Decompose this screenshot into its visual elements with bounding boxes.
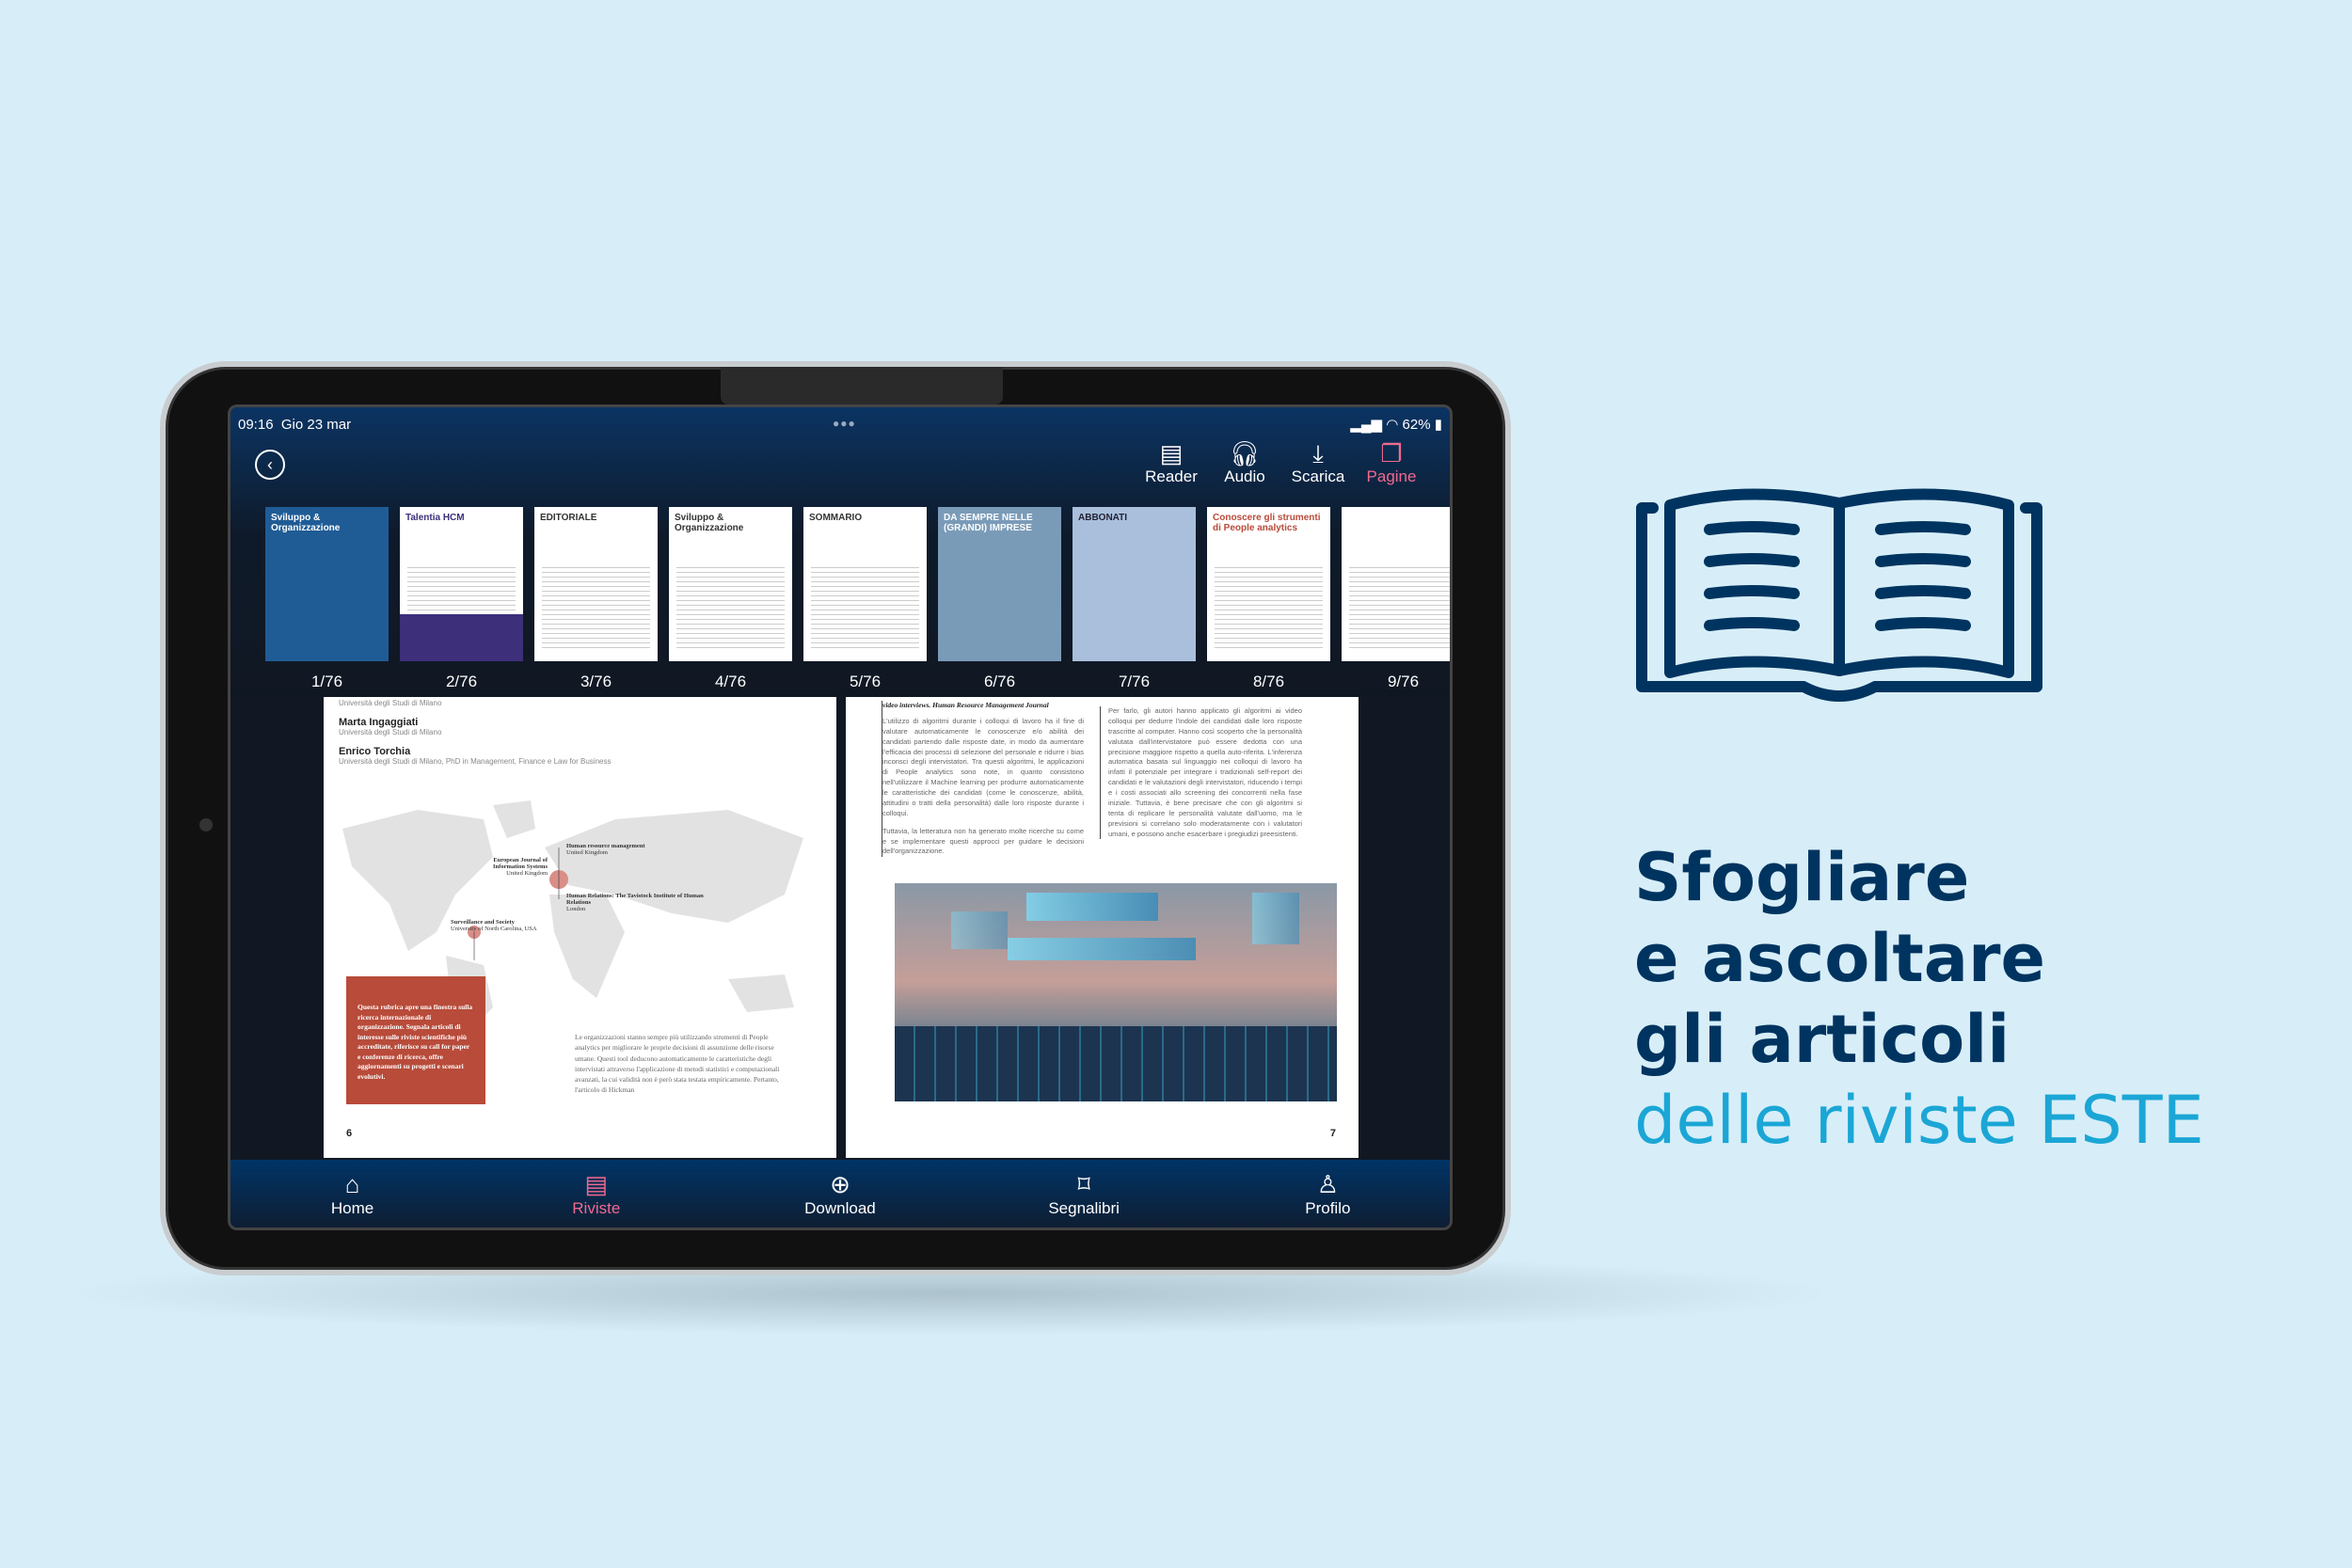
thumbnail-title: ABBONATI xyxy=(1078,513,1128,523)
thumbnail-9[interactable]: 9/76 xyxy=(1342,507,1450,691)
tablet-notch xyxy=(721,367,1003,404)
pages-icon: ❐ xyxy=(1380,439,1403,467)
thumbnail-page: Sviluppo & Organizzazione xyxy=(669,507,792,661)
signal-icon: ▂▄▆ xyxy=(1350,417,1383,433)
download-circle-icon: ⊕ xyxy=(830,1170,850,1198)
audio-label: Audio xyxy=(1224,467,1265,485)
scarica-button[interactable]: ⤓ Scarica xyxy=(1288,439,1348,486)
thumbnail-page xyxy=(1342,507,1450,661)
header-area: 09:16 Gio 23 mar ▂▄▆ ◠ 62% ▮ ●●● ‹ ▤ Read… xyxy=(230,407,1450,691)
affiliation: Università degli Studi di Milano xyxy=(339,699,442,707)
back-button[interactable]: ‹ xyxy=(255,450,285,480)
article-image xyxy=(895,883,1337,1101)
scarica-label: Scarica xyxy=(1291,467,1345,485)
nav-label: Download xyxy=(804,1199,876,1217)
thumbnail-6[interactable]: DA SEMPRE NELLE (GRANDI) IMPRESE 6/76 xyxy=(938,507,1061,691)
thumbnail-5[interactable]: SOMMARIO 5/76 xyxy=(803,507,927,691)
thumbnail-1[interactable]: Sviluppo & Organizzazione 1/76 xyxy=(265,507,389,691)
page-number: 6 xyxy=(346,1128,353,1139)
multitask-dots[interactable]: ●●● xyxy=(833,417,856,430)
wifi-icon: ◠ xyxy=(1386,417,1399,433)
thumbnail-title: Sviluppo & Organizzazione xyxy=(675,513,744,533)
thumbnail-4[interactable]: Sviluppo & Organizzazione 4/76 xyxy=(669,507,792,691)
thumbnail-page: ABBONATI xyxy=(1073,507,1196,661)
thumbnail-title: EDITORIALE xyxy=(540,513,597,523)
thumbnail-page: Talentia HCM xyxy=(400,507,523,661)
thumbnail-label: 2/76 xyxy=(445,673,478,690)
article-column: video interviews. Human Resource Managem… xyxy=(882,701,1084,858)
page-right[interactable]: video interviews. Human Resource Managem… xyxy=(846,697,1359,1158)
thumbnail-page: Sviluppo & Organizzazione xyxy=(265,507,389,661)
author-name: Marta Ingaggiati xyxy=(339,717,419,728)
thumbnail-2[interactable]: Talentia HCM 2/76 xyxy=(400,507,523,691)
thumbnail-page: EDITORIALE xyxy=(534,507,658,661)
thumbnail-title: Conoscere gli strumenti di People analyt… xyxy=(1213,513,1321,533)
map-label: Surveillance and Society University of No… xyxy=(451,919,537,932)
nav-segnalibri[interactable]: ⌑ Segnalibri xyxy=(1013,1169,1154,1218)
page-thumbnails: Sviluppo & Organizzazione 1/76 Talentia HC… xyxy=(265,507,1450,691)
audio-button[interactable]: 🎧︎ Audio xyxy=(1215,439,1275,486)
nav-riviste[interactable]: ▤ Riviste xyxy=(526,1169,667,1218)
magazine-icon: ▤ xyxy=(584,1170,609,1198)
map-label: European Journal of Information Systems U… xyxy=(493,857,548,877)
status-date: Gio 23 mar xyxy=(280,416,352,433)
nav-label: Riviste xyxy=(572,1199,621,1217)
open-book-icon xyxy=(1636,488,2042,702)
thumbnail-title: Talentia HCM xyxy=(405,513,465,523)
nav-download[interactable]: ⊕ Download xyxy=(770,1169,911,1218)
nav-home[interactable]: ⌂ Home xyxy=(282,1169,423,1218)
thumbnail-3[interactable]: EDITORIALE 3/76 xyxy=(534,507,658,691)
thumbnail-title: Sviluppo & Organizzazione xyxy=(271,513,341,533)
app-screen: 09:16 Gio 23 mar ▂▄▆ ◠ 62% ▮ ●●● ‹ ▤ Read… xyxy=(228,404,1453,1230)
thumbnail-label: 6/76 xyxy=(983,673,1016,690)
battery-percent: 62% xyxy=(1402,417,1431,433)
author-name: Enrico Torchia xyxy=(339,746,411,757)
thumbnail-label: 7/76 xyxy=(1118,673,1151,690)
thumbnail-8[interactable]: Conoscere gli strumenti di People analyt… xyxy=(1207,507,1330,691)
toolbar: ▤ Reader 🎧︎ Audio ⤓ Scarica ❐ Pagine xyxy=(1141,439,1422,486)
thumbnail-page: Conoscere gli strumenti di People analyt… xyxy=(1207,507,1330,661)
headphones-icon: 🎧︎ xyxy=(1229,439,1261,467)
camera-icon xyxy=(199,818,213,832)
reader-icon: ▤ xyxy=(1159,439,1184,467)
reader-label: Reader xyxy=(1145,467,1198,485)
rubric-box: Questa rubrica apre una finestra sulla r… xyxy=(346,976,485,1104)
thumbnail-title: DA SEMPRE NELLE (GRANDI) IMPRESE xyxy=(944,513,1033,533)
reader-button[interactable]: ▤ Reader xyxy=(1141,439,1201,486)
article-column: Per farlo, gli autori hanno applicato gl… xyxy=(1100,706,1302,840)
thumbnail-label: 5/76 xyxy=(849,673,882,690)
pagine-button[interactable]: ❐ Pagine xyxy=(1361,439,1422,486)
thumbnail-label: 3/76 xyxy=(580,673,612,690)
affiliation: Università degli Studi di Milano, PhD in… xyxy=(339,757,612,766)
status-time: 09:16 xyxy=(238,416,274,433)
chevron-left-icon: ‹ xyxy=(267,454,273,474)
bookmark-icon: ⌑ xyxy=(1077,1170,1090,1198)
home-icon: ⌂ xyxy=(344,1170,360,1198)
download-icon: ⤓ xyxy=(1312,439,1324,467)
map-label: Human Relations: The Tavistock Institute… xyxy=(566,893,704,912)
affiliation: Università degli Studi di Milano xyxy=(339,728,442,736)
thumbnail-title: SOMMARIO xyxy=(809,513,863,523)
reader-spread: Università degli Studi di Milano Marta I… xyxy=(230,697,1450,1163)
thumbnail-page: SOMMARIO xyxy=(803,507,927,661)
promo-heading: Sfogliare e ascoltare gli articoli delle… xyxy=(1634,839,2204,1159)
map-label: Human resource management United Kingdom xyxy=(566,843,645,856)
profile-icon: ♙ xyxy=(1316,1170,1339,1198)
thumbnail-label: 4/76 xyxy=(714,673,747,690)
nav-label: Segnalibri xyxy=(1048,1199,1120,1217)
nav-label: Profilo xyxy=(1305,1199,1351,1217)
pagine-label: Pagine xyxy=(1366,467,1417,485)
bottom-nav: ⌂ Home ▤ Riviste ⊕ Download ⌑ Segnalibri ♙ Pr… xyxy=(230,1160,1450,1227)
nav-label: Home xyxy=(330,1199,374,1217)
page-number: 7 xyxy=(1329,1128,1336,1139)
thumbnail-page: DA SEMPRE NELLE (GRANDI) IMPRESE xyxy=(938,507,1061,661)
thumbnail-label: 1/76 xyxy=(310,673,343,690)
article-body: Le organizzazioni stanno sempre più util… xyxy=(575,1033,780,1095)
battery-icon: ▮ xyxy=(1434,417,1442,433)
nav-profilo[interactable]: ♙ Profilo xyxy=(1257,1169,1398,1218)
page-left[interactable]: Università degli Studi di Milano Marta I… xyxy=(324,697,836,1158)
thumbnail-label: 8/76 xyxy=(1252,673,1285,690)
thumbnail-label: 9/76 xyxy=(1387,673,1420,690)
thumbnail-7[interactable]: ABBONATI 7/76 xyxy=(1073,507,1196,691)
